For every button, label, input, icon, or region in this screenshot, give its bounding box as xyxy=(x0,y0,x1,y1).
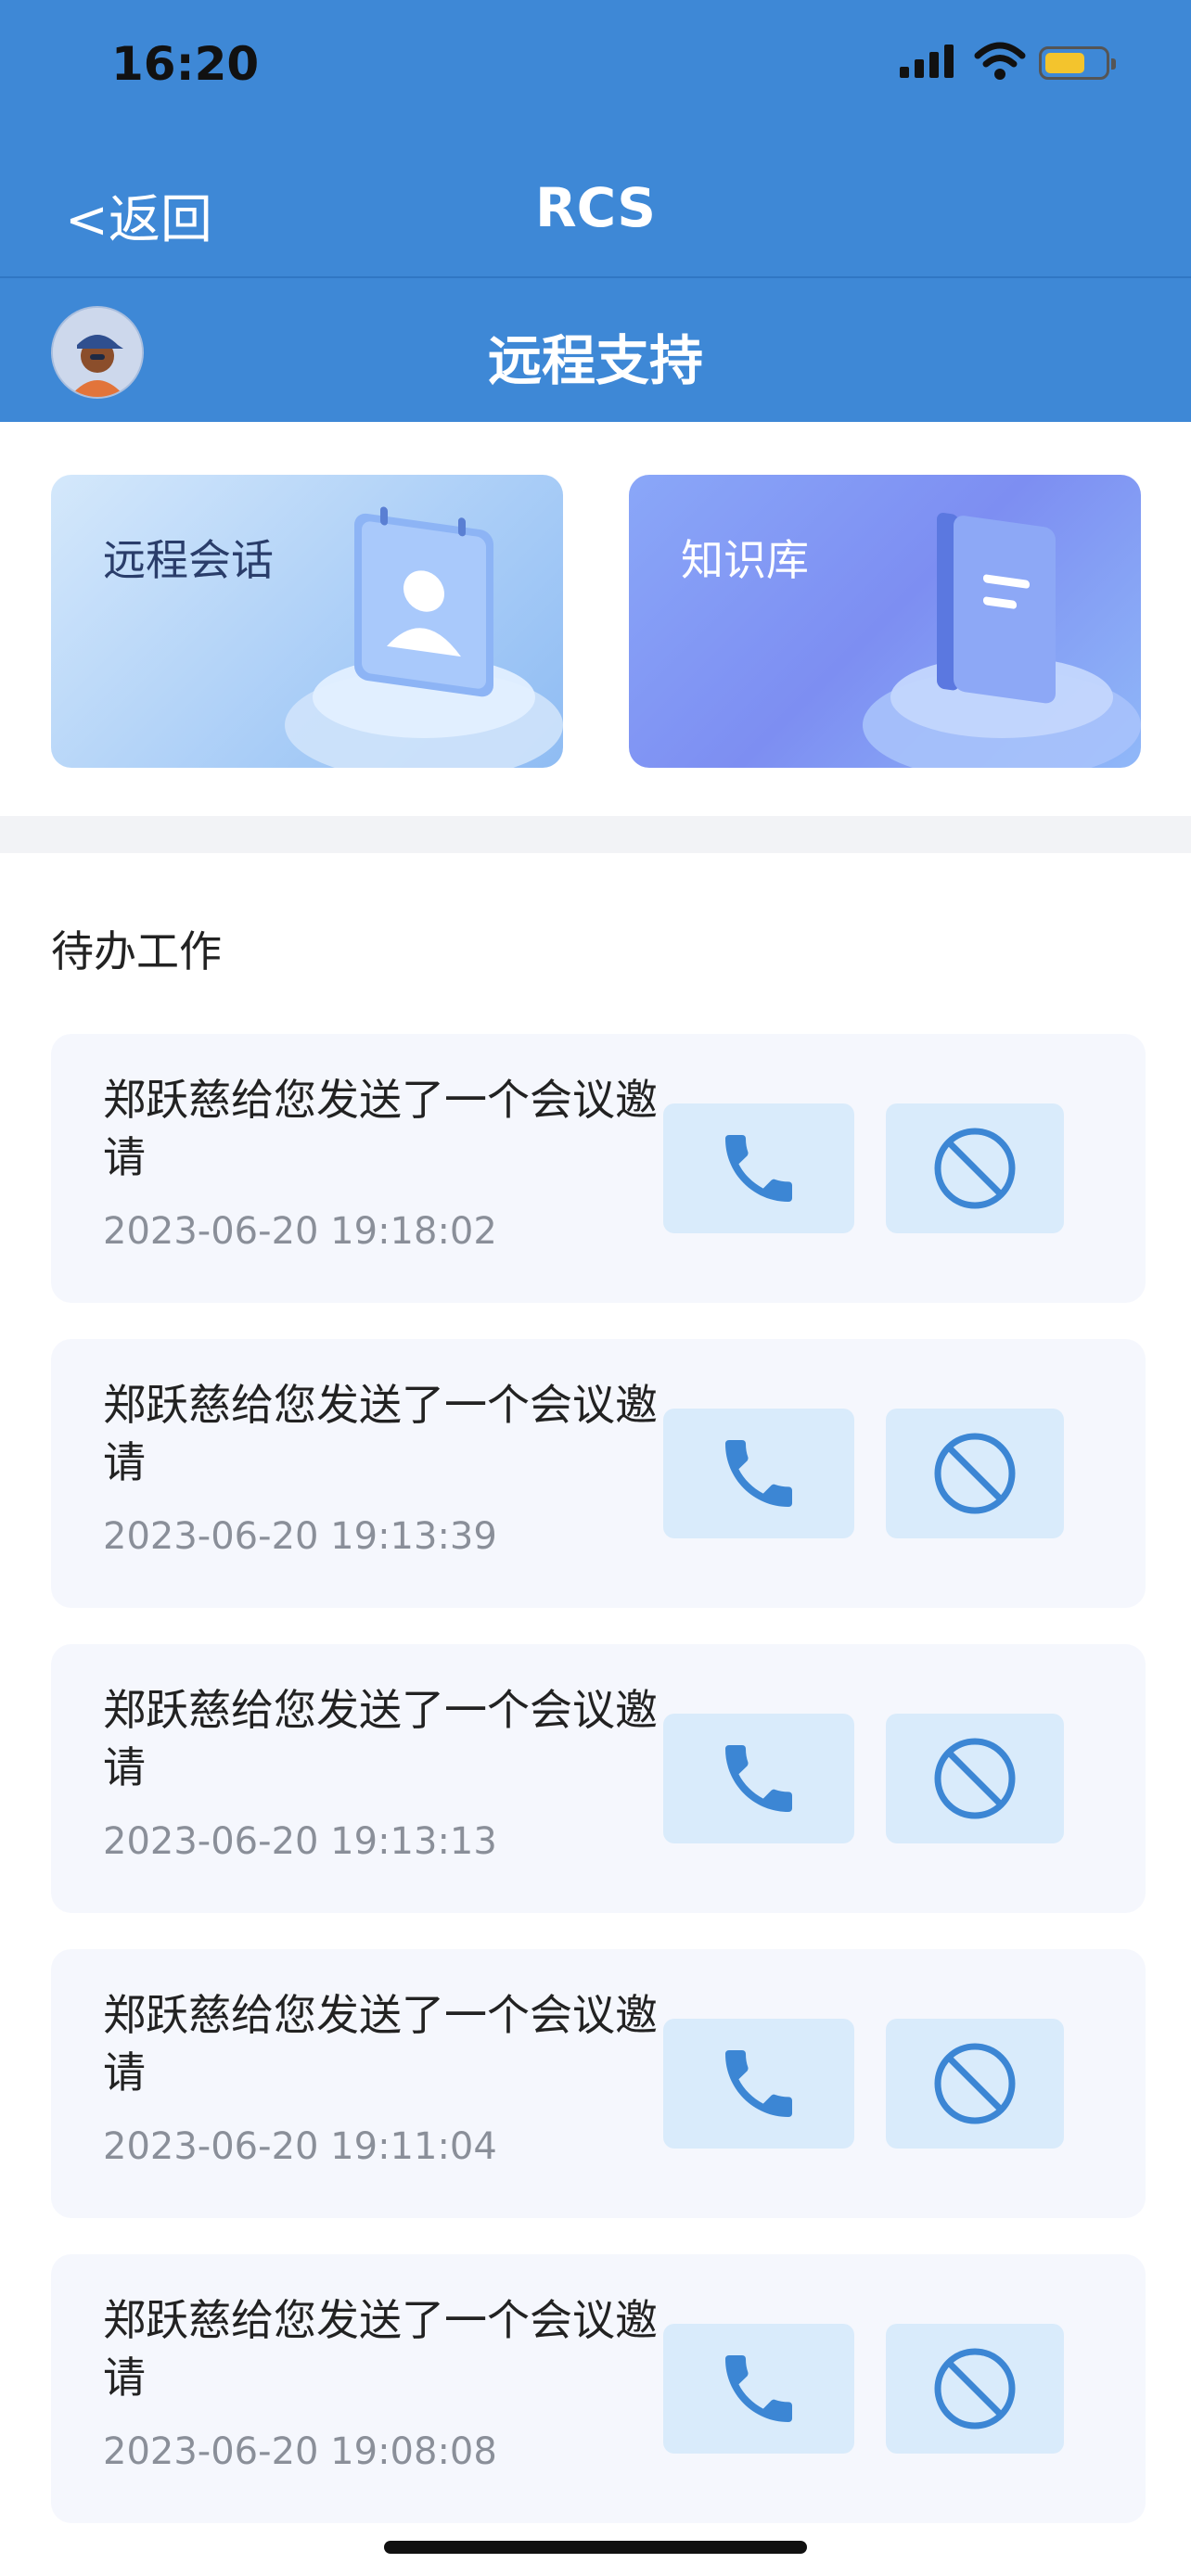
todo-message: 郑跃慈给您发送了一个会议邀请 xyxy=(103,1685,658,1792)
sub-header: 远程支持 xyxy=(0,278,1191,422)
accept-call-button[interactable] xyxy=(663,1409,854,1538)
todo-timestamp: 2023-06-20 19:13:39 xyxy=(103,1515,497,1558)
knowledge-base-label: 知识库 xyxy=(681,535,809,585)
decline-button[interactable] xyxy=(886,2019,1064,2149)
phone-icon xyxy=(725,2355,792,2422)
accept-call-button[interactable] xyxy=(663,1714,854,1843)
todo-message: 郑跃慈给您发送了一个会议邀请 xyxy=(103,2295,658,2403)
status-bar: 16:20 xyxy=(0,0,1191,139)
phone-icon xyxy=(725,2050,792,2117)
decline-button[interactable] xyxy=(886,1409,1064,1538)
todo-item: 郑跃慈给您发送了一个会议邀请 2023-06-20 19:08:08 xyxy=(51,2254,1146,2523)
phone-icon xyxy=(725,1135,792,1202)
block-icon xyxy=(934,2348,1016,2429)
decline-button[interactable] xyxy=(886,1103,1064,1233)
wifi-icon xyxy=(974,42,1026,80)
todo-message: 郑跃慈给您发送了一个会议邀请 xyxy=(103,1380,658,1487)
todo-item: 郑跃慈给您发送了一个会议邀请 2023-06-20 19:13:13 xyxy=(51,1644,1146,1913)
phone-icon xyxy=(725,1745,792,1812)
todo-timestamp: 2023-06-20 19:18:02 xyxy=(103,1210,497,1253)
section-header-title: 远程支持 xyxy=(487,329,703,392)
todo-timestamp: 2023-06-20 19:13:13 xyxy=(103,1820,497,1863)
status-time: 16:20 xyxy=(111,37,260,91)
accept-call-button[interactable] xyxy=(663,2324,854,2454)
decline-button[interactable] xyxy=(886,1714,1064,1843)
block-icon xyxy=(934,1433,1016,1514)
todo-item: 郑跃慈给您发送了一个会议邀请 2023-06-20 19:18:02 xyxy=(51,1034,1146,1303)
block-icon xyxy=(934,1738,1016,1819)
contact-card-icon xyxy=(285,506,563,768)
accept-call-button[interactable] xyxy=(663,1103,854,1233)
accept-call-button[interactable] xyxy=(663,2019,854,2149)
nav-bar: <返回 RCS xyxy=(0,139,1191,278)
todo-section-title: 待办工作 xyxy=(51,926,222,976)
todo-message: 郑跃慈给您发送了一个会议邀请 xyxy=(103,1075,658,1182)
section-divider xyxy=(0,816,1191,853)
remote-session-label: 远程会话 xyxy=(103,535,274,585)
todo-item: 郑跃慈给您发送了一个会议邀请 2023-06-20 19:11:04 xyxy=(51,1949,1146,2218)
decline-button[interactable] xyxy=(886,2324,1064,2454)
signal-icon xyxy=(900,45,954,78)
book-icon xyxy=(863,513,1141,768)
block-icon xyxy=(934,2043,1016,2124)
todo-item: 郑跃慈给您发送了一个会议邀请 2023-06-20 19:13:39 xyxy=(51,1339,1146,1608)
battery-icon xyxy=(1039,46,1116,80)
remote-session-tile[interactable]: 远程会话 xyxy=(51,475,563,768)
todo-timestamp: 2023-06-20 19:08:08 xyxy=(103,2430,497,2473)
knowledge-base-tile[interactable]: 知识库 xyxy=(629,475,1141,768)
phone-icon xyxy=(725,1440,792,1507)
home-indicator xyxy=(384,2541,807,2554)
page-title: RCS xyxy=(534,176,657,239)
block-icon xyxy=(934,1128,1016,1209)
todo-timestamp: 2023-06-20 19:11:04 xyxy=(103,2125,497,2168)
todo-message: 郑跃慈给您发送了一个会议邀请 xyxy=(103,1990,658,2098)
